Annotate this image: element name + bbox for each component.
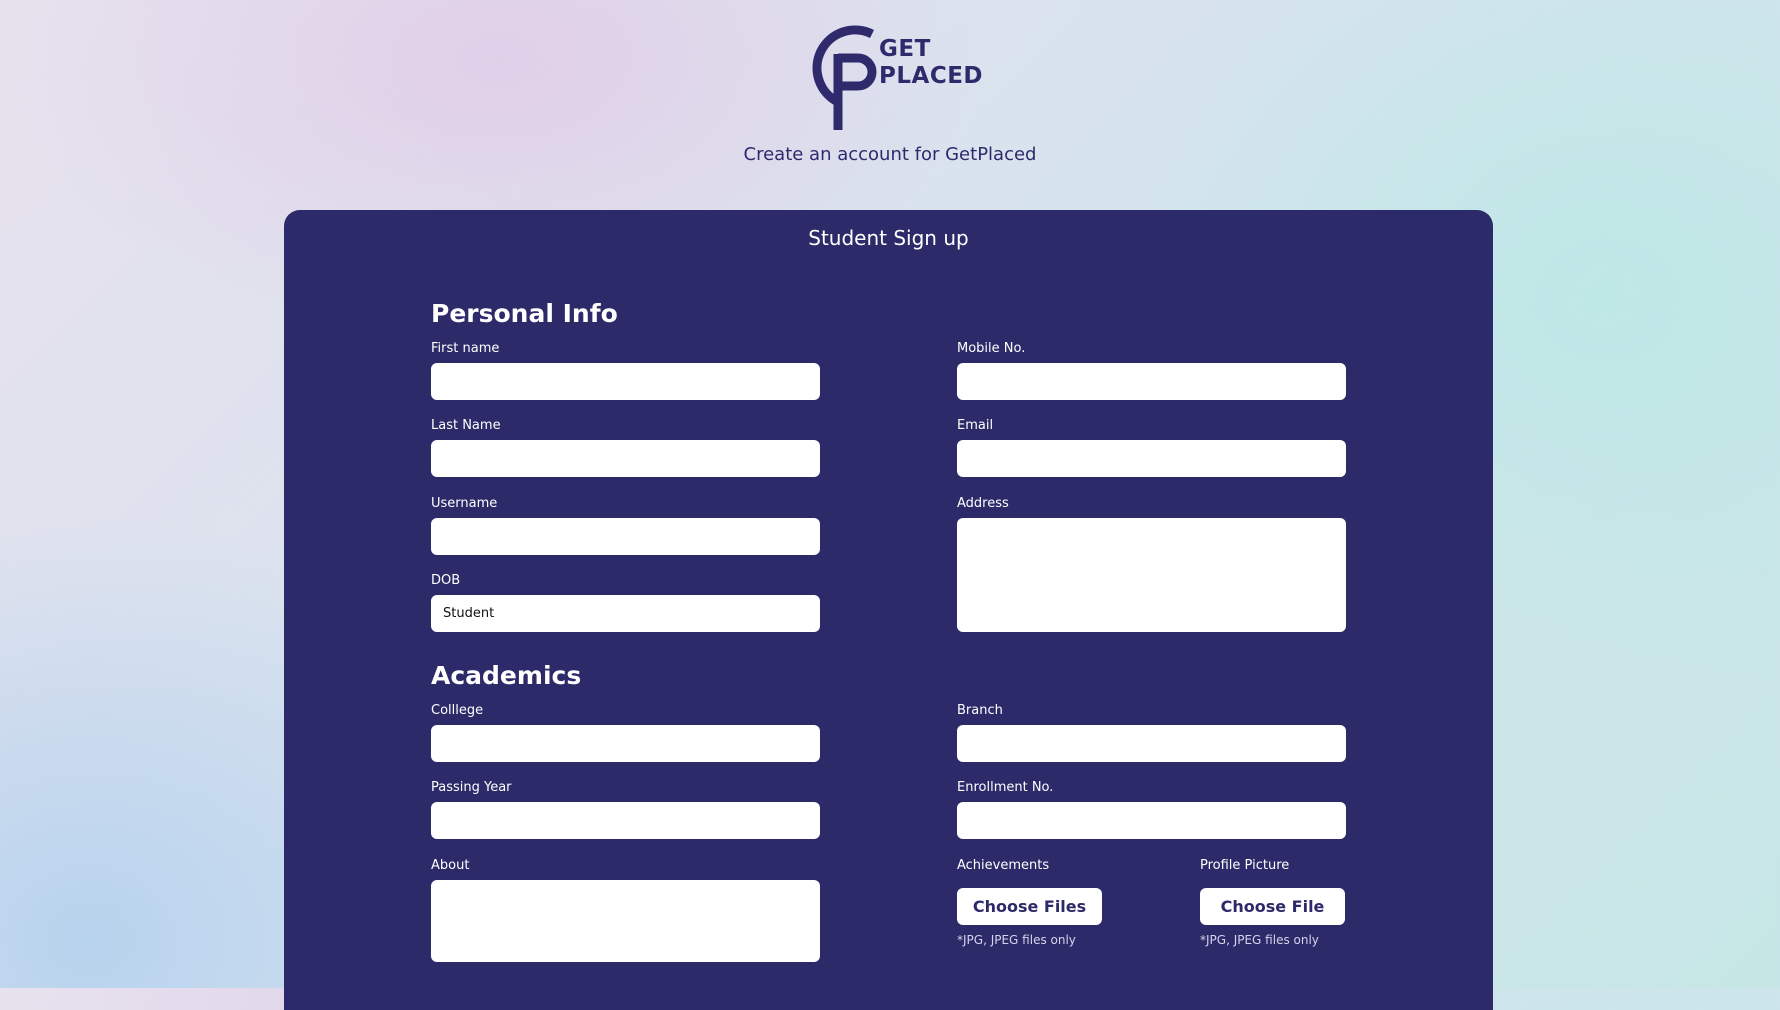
about-textarea[interactable] [431,880,820,962]
dob-input[interactable] [431,595,820,632]
enrollment-label: Enrollment No. [957,780,1054,795]
section-heading-personal-info: Personal Info [431,299,618,328]
first-name-input[interactable] [431,363,820,400]
section-heading-academics: Academics [431,661,582,690]
last-name-label: Last Name [431,418,501,433]
about-label: About [431,858,470,873]
form-title: Student Sign up [808,226,969,250]
address-textarea[interactable] [957,518,1346,632]
signup-card: Student Sign up Personal Info First name… [284,210,1493,1010]
branch-label: Branch [957,703,1003,718]
gp-monogram-icon [812,25,877,130]
first-name-label: First name [431,341,500,356]
username-input[interactable] [431,518,820,555]
passing-year-label: Passing Year [431,780,512,795]
achievements-file-hint: *JPG, JPEG files only [957,933,1076,947]
getplaced-logo: GET PLACED [802,24,983,134]
profile-picture-file-hint: *JPG, JPEG files only [1200,933,1319,947]
profile-picture-label: Profile Picture [1200,858,1290,873]
enrollment-input[interactable] [957,802,1346,839]
email-label: Email [957,418,994,433]
mobile-label: Mobile No. [957,341,1026,356]
dob-label: DOB [431,573,461,588]
username-label: Username [431,496,498,511]
choose-achievements-files-button[interactable]: Choose Files [957,888,1102,925]
choose-profile-picture-button[interactable]: Choose File [1200,888,1345,925]
address-label: Address [957,496,1009,511]
logo-line-1: GET [879,36,931,62]
achievements-label: Achievements [957,858,1050,873]
branch-input[interactable] [957,725,1346,762]
last-name-input[interactable] [431,440,820,477]
mobile-input[interactable] [957,363,1346,400]
passing-year-input[interactable] [431,802,820,839]
logo-line-2: PLACED [879,63,983,89]
logo-wordmark: GET PLACED [879,36,983,90]
email-input[interactable] [957,440,1346,477]
college-input[interactable] [431,725,820,762]
page-subtitle: Create an account for GetPlaced [743,144,1037,165]
college-label: Colllege [431,703,484,718]
